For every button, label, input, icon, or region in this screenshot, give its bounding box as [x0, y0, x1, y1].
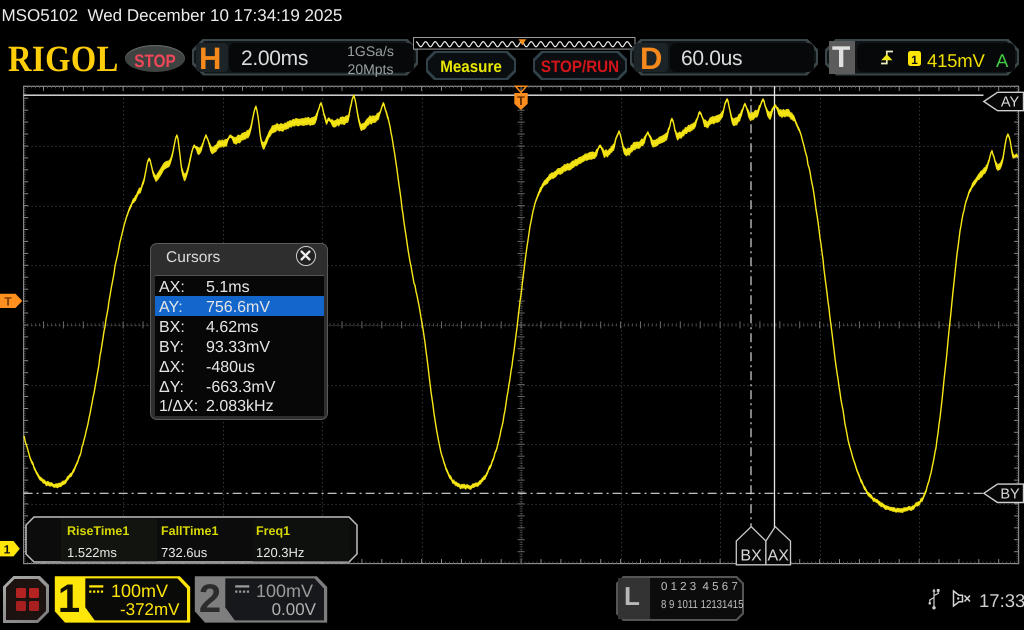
svg-text:0.00V: 0.00V — [272, 600, 317, 619]
svg-text:AX: AX — [768, 548, 790, 565]
svg-text:100mV: 100mV — [111, 581, 168, 601]
svg-text:1: 1 — [58, 577, 80, 621]
svg-text:100mV: 100mV — [256, 581, 313, 601]
svg-text:2: 2 — [199, 577, 221, 621]
svg-text:-372mV: -372mV — [120, 600, 180, 619]
svg-text:T: T — [4, 295, 12, 309]
svg-text:BX: BX — [740, 548, 762, 565]
svg-text:AY: AY — [1001, 95, 1020, 111]
svg-text:BY: BY — [1000, 486, 1020, 502]
svg-text:1: 1 — [4, 543, 11, 557]
svg-text:T: T — [517, 94, 525, 108]
